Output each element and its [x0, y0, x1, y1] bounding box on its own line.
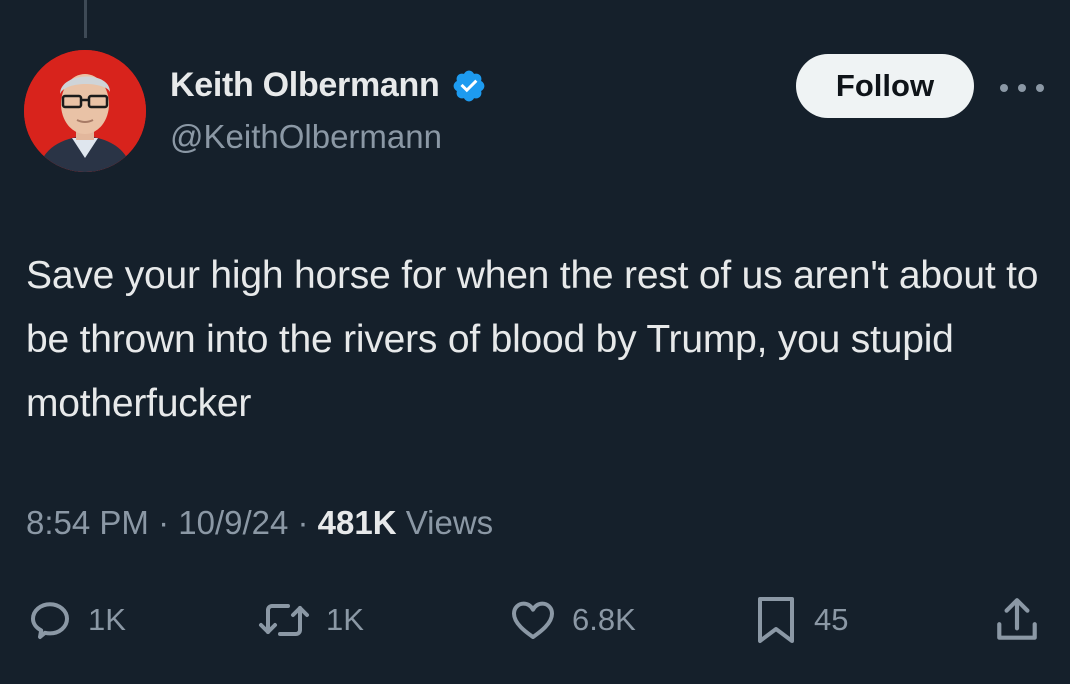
author-display-name[interactable]: Keith Olbermann: [170, 66, 440, 105]
tweet-text: Save your high horse for when the rest o…: [26, 254, 1039, 425]
reply-icon: [26, 596, 74, 644]
follow-button[interactable]: Follow: [796, 54, 974, 118]
views-label: Views: [396, 504, 494, 541]
bookmark-icon: [752, 594, 800, 646]
tweet-card: Keith Olbermann @KeithOlbermann Follow S…: [0, 0, 1070, 684]
repost-button[interactable]: 1K: [256, 588, 364, 652]
more-dot: [1036, 84, 1044, 92]
meta-separator: ·: [148, 504, 179, 541]
author-handle[interactable]: @KeithOlbermann: [170, 118, 442, 156]
repost-count: 1K: [326, 602, 364, 637]
like-button[interactable]: 6.8K: [508, 588, 636, 652]
more-dot: [1018, 84, 1026, 92]
action-bar: 1K 1K 6.8K 45: [0, 588, 1070, 652]
reply-count: 1K: [88, 602, 126, 637]
meta-separator: ·: [288, 504, 318, 541]
tweet-meta: 8:54 PM · 10/9/24 · 481K Views: [26, 504, 493, 542]
tweet-date[interactable]: 10/9/24: [178, 504, 288, 541]
avatar-photo: [24, 50, 146, 172]
more-dot: [1000, 84, 1008, 92]
tweet-time[interactable]: 8:54 PM: [26, 504, 149, 541]
repost-icon: [256, 596, 312, 644]
thread-connector-line: [84, 0, 87, 38]
avatar[interactable]: [24, 50, 146, 172]
bookmark-count: 45: [814, 602, 849, 637]
share-icon: [992, 595, 1042, 645]
bookmark-button[interactable]: 45: [752, 588, 848, 652]
views-count[interactable]: 481K: [318, 504, 397, 541]
like-count: 6.8K: [572, 602, 636, 637]
share-button[interactable]: [992, 588, 1042, 652]
reply-button[interactable]: 1K: [26, 588, 126, 652]
verified-badge-icon: [451, 68, 487, 104]
more-icon[interactable]: [1000, 76, 1044, 100]
author-name-row: Keith Olbermann: [170, 66, 487, 105]
heart-icon: [508, 596, 558, 644]
